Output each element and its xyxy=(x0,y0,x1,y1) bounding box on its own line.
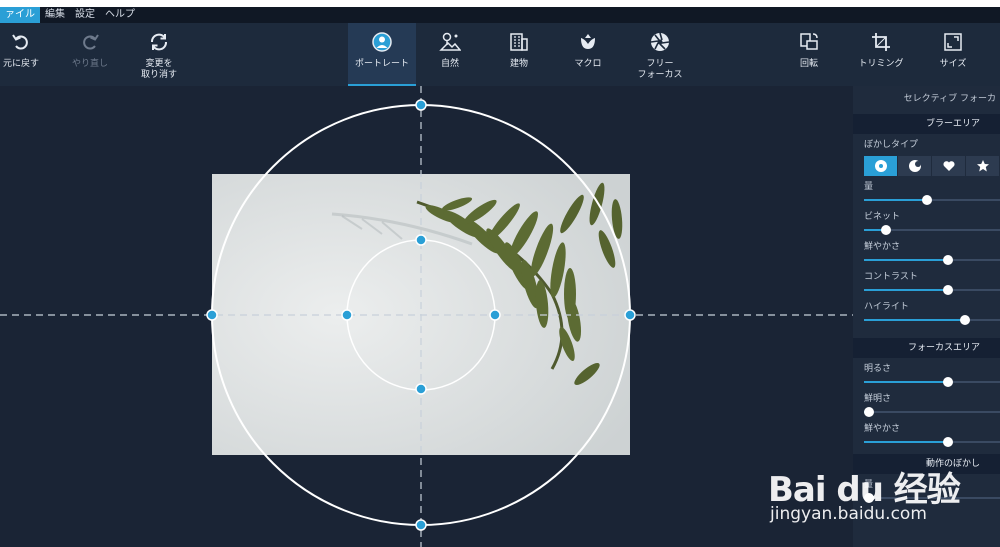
reset-icon xyxy=(148,23,170,53)
resize-icon xyxy=(942,23,964,53)
slider-thumb[interactable] xyxy=(921,195,932,205)
menu-file[interactable]: ァイル xyxy=(0,7,40,23)
size-label: サイズ xyxy=(939,59,967,69)
outer-handle-bottom[interactable] xyxy=(415,519,427,531)
building-icon xyxy=(508,23,530,53)
brightness-slider[interactable] xyxy=(864,376,1000,388)
trim-button[interactable]: トリミング xyxy=(850,23,912,86)
heart-icon xyxy=(942,161,955,171)
nature-label: 自然 xyxy=(440,59,459,69)
focus-vibrance-slider[interactable] xyxy=(864,436,1000,448)
reset-label: 変更を 取り消す xyxy=(140,59,177,80)
blur-type-heart-button[interactable] xyxy=(932,156,965,176)
outer-handle-top[interactable] xyxy=(415,99,427,111)
highlight-label: ハイライト xyxy=(864,302,909,312)
vignette-label: ビネット xyxy=(864,212,901,222)
menu-bar: ァイル 編集 設定 ヘルプ xyxy=(0,7,1000,23)
highlight-slider[interactable] xyxy=(864,314,1000,326)
slider-thumb[interactable] xyxy=(943,285,954,295)
image-canvas[interactable] xyxy=(0,86,853,547)
undo-icon xyxy=(10,23,32,53)
reset-button[interactable]: 変更を 取り消す xyxy=(128,23,190,86)
crop-icon xyxy=(870,23,892,53)
brightness-label: 明るさ xyxy=(864,364,892,374)
portrait-icon xyxy=(371,23,393,53)
rotate-label: 回転 xyxy=(799,59,818,69)
aperture-icon xyxy=(649,23,671,53)
undo-button[interactable]: 元に戻す xyxy=(0,23,42,86)
rotate-button[interactable]: 回転 xyxy=(784,23,834,86)
blur-amount-label: 量 xyxy=(864,182,874,192)
star-icon xyxy=(976,160,989,172)
mode-portrait-button[interactable]: ポートレート xyxy=(348,23,416,86)
sharpness-slider[interactable] xyxy=(864,406,1000,418)
vibrance-slider[interactable] xyxy=(864,254,1000,266)
rotate-icon xyxy=(798,23,820,53)
sphere-icon xyxy=(908,160,921,172)
mode-free-focus-button[interactable]: フリー フォーカス xyxy=(630,23,690,86)
slider-thumb[interactable] xyxy=(959,315,970,325)
slider-thumb[interactable] xyxy=(943,255,954,265)
size-button[interactable]: サイズ xyxy=(928,23,978,86)
blur-type-sphere-button[interactable] xyxy=(898,156,931,176)
sharpness-label: 鮮明さ xyxy=(864,394,892,404)
circle-icon xyxy=(874,160,887,172)
panel-title: セレクティブ フォーカ xyxy=(903,94,996,104)
watermark-url: jingyan.baidu.com xyxy=(770,504,927,524)
undo-label: 元に戻す xyxy=(2,59,39,69)
focus-overlay xyxy=(0,86,853,547)
focus-area-header[interactable]: フォーカスエリア xyxy=(853,338,1000,358)
trim-label: トリミング xyxy=(858,59,904,69)
blur-area-header[interactable]: ブラーエリア xyxy=(853,114,1000,134)
inner-handle-left[interactable] xyxy=(341,309,353,321)
blur-type-star-button[interactable] xyxy=(966,156,999,176)
toolbar: 元に戻す やり直し 変更を 取り消す ポートレート 自然 建物 マクロ フリー … xyxy=(0,23,1000,86)
mode-macro-button[interactable]: マクロ xyxy=(562,23,614,86)
blur-type-selector xyxy=(864,156,1000,176)
outer-handle-left[interactable] xyxy=(206,309,218,321)
macro-icon xyxy=(577,23,599,53)
focus-vibrance-label: 鮮やかさ xyxy=(864,424,901,434)
vignette-slider[interactable] xyxy=(864,224,1000,236)
baidu-watermark: Bai du 经验 jingyan.baidu.com xyxy=(768,462,1000,542)
blur-type-label: ぼかしタイプ xyxy=(864,140,919,150)
portrait-label: ポートレート xyxy=(354,59,409,69)
redo-icon xyxy=(79,23,101,53)
redo-label: やり直し xyxy=(71,59,108,69)
slider-thumb[interactable] xyxy=(943,437,954,447)
slider-thumb[interactable] xyxy=(864,407,875,417)
menu-help[interactable]: ヘルプ xyxy=(100,7,140,23)
outer-handle-right[interactable] xyxy=(624,309,636,321)
building-label: 建物 xyxy=(509,59,528,69)
contrast-slider[interactable] xyxy=(864,284,1000,296)
mode-building-button[interactable]: 建物 xyxy=(493,23,545,86)
blur-amount-slider[interactable] xyxy=(864,194,1000,206)
vibrance-label: 鮮やかさ xyxy=(864,242,901,252)
menu-settings[interactable]: 設定 xyxy=(70,7,100,23)
menu-edit[interactable]: 編集 xyxy=(40,7,70,23)
blur-type-circle-button[interactable] xyxy=(864,156,897,176)
redo-button[interactable]: やり直し xyxy=(64,23,116,86)
free-focus-label: フリー フォーカス xyxy=(637,59,683,80)
mode-nature-button[interactable]: 自然 xyxy=(424,23,476,86)
macro-label: マクロ xyxy=(574,59,602,69)
contrast-label: コントラスト xyxy=(864,272,918,282)
nature-icon xyxy=(439,23,461,53)
inner-handle-top[interactable] xyxy=(415,234,427,246)
inner-handle-bottom[interactable] xyxy=(415,383,427,395)
inner-handle-right[interactable] xyxy=(489,309,501,321)
slider-thumb[interactable] xyxy=(880,225,891,235)
slider-thumb[interactable] xyxy=(943,377,954,387)
